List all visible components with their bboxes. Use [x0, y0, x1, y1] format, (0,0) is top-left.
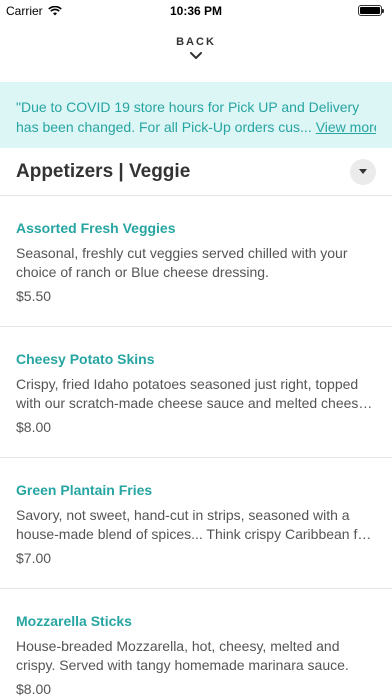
notice-text-line1: "Due to COVID 19 store hours for Pick UP…	[16, 99, 360, 115]
notice-text-line2: has been changed. For all Pick-Up orders…	[16, 117, 376, 137]
category-dropdown-button[interactable]	[350, 159, 376, 185]
menu-item-name: Assorted Fresh Veggies	[16, 220, 176, 236]
menu-item-price: $7.00	[16, 550, 52, 566]
menu-item-description-line: choice of ranch or Blue cheese dressing.	[16, 264, 269, 280]
menu-item-description-line: Seasonal, freshly cut veggies served chi…	[16, 245, 348, 261]
category-title: Appetizers | Veggie	[16, 161, 191, 182]
menu-item-price: $8.00	[16, 419, 52, 435]
menu-item-price: $5.50	[16, 288, 52, 304]
status-bar: Carrier 10:36 PM	[0, 0, 392, 22]
status-time: 10:36 PM	[169, 4, 223, 18]
menu-item-description-line: Savory, not sweet, hand-cut in strips, s…	[16, 507, 350, 523]
menu-item-name: Cheesy Potato Skins	[16, 351, 155, 367]
notice-banner: "Due to COVID 19 store hours for Pick UP…	[0, 82, 392, 148]
notice-text: has been changed. For all Pick-Up orders…	[16, 119, 312, 135]
menu-item-name: Mozzarella Sticks	[16, 613, 132, 629]
menu-item-description: Savory, not sweet, hand-cut in strips, s…	[16, 506, 376, 544]
view-more-link[interactable]: View more	[316, 119, 376, 135]
menu-item-description: House-breaded Mozzarella, hot, cheesy, m…	[16, 637, 376, 675]
back-button[interactable]: BACK	[0, 36, 392, 60]
category-header: Appetizers | Veggie	[0, 150, 392, 196]
menu-item-description-line: with our scratch-made cheese sauce and m…	[16, 395, 376, 411]
menu-item-description-line: crispy. Served with tangy homemade marin…	[16, 657, 349, 673]
menu-item-description-line: Crispy, fried Idaho potatoes seasoned ju…	[16, 376, 359, 392]
battery-icon	[358, 5, 384, 16]
menu-item[interactable]: Green Plantain Fries Savory, not sweet, …	[0, 458, 392, 589]
chevron-down-icon	[190, 52, 202, 59]
menu-item-description: Crispy, fried Idaho potatoes seasoned ju…	[16, 375, 376, 413]
menu-item-description: Seasonal, freshly cut veggies served chi…	[16, 244, 376, 282]
back-label: BACK	[176, 36, 216, 48]
menu-item-description-line: house-made blend of spices... Think cris…	[16, 526, 376, 542]
menu-item-description-line: House-breaded Mozzarella, hot, cheesy, m…	[16, 638, 340, 654]
menu-item[interactable]: Cheesy Potato Skins Crispy, fried Idaho …	[0, 327, 392, 458]
menu-item[interactable]: Assorted Fresh Veggies Seasonal, freshly…	[0, 196, 392, 327]
caret-down-icon	[359, 169, 367, 174]
menu-item-price: $8.00	[16, 681, 52, 696]
menu-item-name: Green Plantain Fries	[16, 482, 153, 498]
menu-item[interactable]: Mozzarella Sticks House-breaded Mozzarel…	[0, 589, 392, 696]
